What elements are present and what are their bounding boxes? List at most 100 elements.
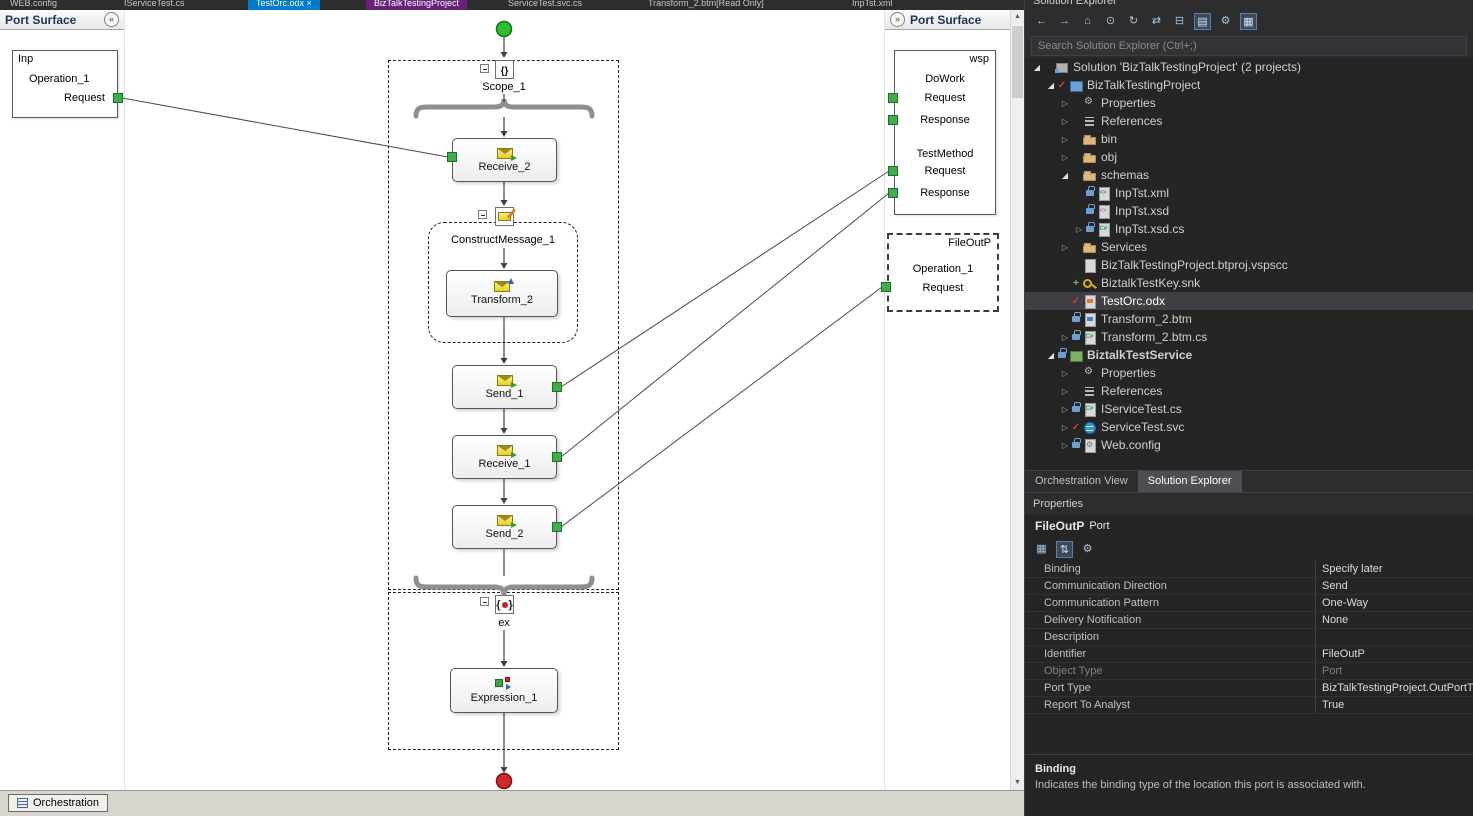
solution-explorer-search[interactable]: Search Solution Explorer (Ctrl+;) xyxy=(1025,34,1473,58)
scope-collapse-toggle[interactable] xyxy=(480,64,489,73)
operation-label[interactable]: Operation_1 xyxy=(889,263,997,275)
editor-tab-servicetest-svc-cs[interactable]: ServiceTest.svc.cs xyxy=(500,0,591,10)
construct-collapse-toggle[interactable] xyxy=(478,210,487,219)
port-fileoutp[interactable]: FileOutP Operation_1 Request xyxy=(887,233,999,312)
transform-2-shape[interactable]: Transform_2 xyxy=(446,270,558,317)
expression-1-shape[interactable]: Expression_1 xyxy=(450,668,558,713)
property-row-report-to-analyst[interactable]: Report To Analyst True xyxy=(1025,697,1473,714)
exception-handler-icon[interactable] xyxy=(495,595,514,614)
property-row-binding[interactable]: Binding Specify later xyxy=(1025,561,1473,578)
tree-item-references[interactable]: ▷ References xyxy=(1025,112,1473,130)
collapsed-arrow-icon[interactable]: ▷ xyxy=(1059,153,1071,162)
message-request[interactable]: Request xyxy=(64,92,105,104)
operation-dowork[interactable]: DoWork xyxy=(895,73,995,85)
property-value[interactable]: True xyxy=(1316,697,1473,713)
refresh-icon[interactable]: ↻ xyxy=(1125,13,1142,30)
tree-item-services[interactable]: ▷ Services xyxy=(1025,238,1473,256)
editor-tab-inptst-xml[interactable]: InpTst.xml xyxy=(844,0,901,10)
categorized-icon[interactable]: ▦ xyxy=(1033,541,1050,558)
port-wsp[interactable]: wsp DoWork Request Response TestMethod R… xyxy=(894,50,996,215)
tree-item-iservicetest-cs[interactable]: ▷ IServiceTest.cs xyxy=(1025,400,1473,418)
alphabetical-icon[interactable]: ⇅ xyxy=(1056,540,1073,558)
scope-to-this-icon[interactable]: ⊙ xyxy=(1102,13,1119,30)
collapsed-arrow-icon[interactable]: ▷ xyxy=(1059,369,1071,378)
property-pages-icon[interactable]: ⚙ xyxy=(1079,541,1096,558)
tree-item-transform-2-btm-cs[interactable]: ▷ Transform_2.btm.cs xyxy=(1025,328,1473,346)
operation-testmethod[interactable]: TestMethod xyxy=(895,148,995,160)
home-icon[interactable]: ⌂ xyxy=(1079,13,1096,30)
tree-item-biztalktestservice[interactable]: ◢ BiztalkTestService xyxy=(1025,346,1473,364)
property-row-description[interactable]: Description xyxy=(1025,629,1473,646)
editor-tab-iservicetest-cs[interactable]: IServiceTest.cs xyxy=(116,0,193,10)
property-value[interactable]: Specify later xyxy=(1316,561,1473,577)
property-row-communication-pattern[interactable]: Communication Pattern One-Way xyxy=(1025,595,1473,612)
property-value[interactable]: None xyxy=(1316,612,1473,628)
tree-item-bin[interactable]: ▷ bin xyxy=(1025,130,1473,148)
collapsed-arrow-icon[interactable]: ▷ xyxy=(1059,99,1071,108)
exception-collapse-toggle[interactable] xyxy=(480,597,489,606)
properties-object-selector[interactable]: FileOutP Port xyxy=(1025,515,1473,537)
show-all-files-icon[interactable]: ▤ xyxy=(1194,12,1211,30)
collapsed-arrow-icon[interactable]: ▷ xyxy=(1059,135,1071,144)
tree-item-web-config[interactable]: ▷ Web.config xyxy=(1025,436,1473,454)
receive-2-shape[interactable]: Receive_2 xyxy=(452,138,557,182)
tree-item-schemas[interactable]: ◢ schemas xyxy=(1025,166,1473,184)
tree-item-inptst-xsd[interactable]: InpTst.xsd xyxy=(1025,202,1473,220)
tree-item-biztalktestingproject[interactable]: ◢ ✓ BizTalkTestingProject xyxy=(1025,76,1473,94)
tree-item-transform-2-btm[interactable]: Transform_2.btm xyxy=(1025,310,1473,328)
collapsed-arrow-icon[interactable]: ▷ xyxy=(1059,333,1071,342)
collapsed-arrow-icon[interactable]: ▷ xyxy=(1059,423,1071,432)
tree-item-biztalktestingproject-btproj-vspscc[interactable]: BizTalkTestingProject.btproj.vspscc xyxy=(1025,256,1473,274)
property-value[interactable] xyxy=(1316,629,1473,645)
editor-tab-web-config[interactable]: WEB.config xyxy=(2,0,66,10)
property-value[interactable]: Send xyxy=(1316,578,1473,594)
construct-message-icon[interactable] xyxy=(495,207,517,226)
collapse-port-surface-button[interactable]: « xyxy=(104,12,119,27)
send-2-shape[interactable]: Send_2 xyxy=(452,505,557,549)
receive-1-shape[interactable]: Receive_1 xyxy=(452,435,557,479)
editor-tab-testorc-odx[interactable]: TestOrc.odx × xyxy=(248,0,320,10)
expanded-arrow-icon[interactable]: ◢ xyxy=(1059,171,1071,180)
expanded-arrow-icon[interactable]: ◢ xyxy=(1031,63,1043,72)
scope-icon[interactable] xyxy=(495,60,514,79)
editor-tab-transform-2-btm-read-only[interactable]: Transform_2.btm[Read Only] xyxy=(640,0,772,10)
toolwindow-tab-orchestration-view[interactable]: Orchestration View xyxy=(1025,471,1138,492)
property-value[interactable]: Port xyxy=(1316,663,1473,679)
testmethod-response[interactable]: Response xyxy=(895,187,995,199)
property-value[interactable]: FileOutP xyxy=(1316,646,1473,662)
tree-item-testorc-odx[interactable]: ✓ TestOrc.odx xyxy=(1025,292,1473,310)
editor-tab-biztalktestingproject[interactable]: BizTalkTestingProject xyxy=(366,0,468,10)
property-value[interactable]: BizTalkTestingProject.OutPortTy xyxy=(1316,680,1473,696)
testmethod-request[interactable]: Request xyxy=(895,165,995,177)
tree-item-properties[interactable]: ▷ Properties xyxy=(1025,94,1473,112)
collapsed-arrow-icon[interactable]: ▷ xyxy=(1059,243,1071,252)
toolwindow-tab-solution-explorer[interactable]: Solution Explorer xyxy=(1137,471,1242,492)
collapsed-arrow-icon[interactable]: ▷ xyxy=(1059,405,1071,414)
sync-with-active-icon[interactable]: ⇄ xyxy=(1148,13,1165,30)
operation-label[interactable]: Operation_1 xyxy=(29,73,90,85)
tree-item-biztalktestkey-snk[interactable]: + BiztalkTestKey.snk xyxy=(1025,274,1473,292)
property-row-object-type[interactable]: Object Type Port xyxy=(1025,663,1473,680)
tree-item-inptst-xsd-cs[interactable]: ▷ InpTst.xsd.cs xyxy=(1025,220,1473,238)
properties-icon[interactable]: ⚙ xyxy=(1217,13,1234,30)
back-icon[interactable]: ← xyxy=(1033,13,1050,30)
property-value[interactable]: One-Way xyxy=(1316,595,1473,611)
designer-vertical-scrollbar[interactable]: ▲ ▼ xyxy=(1010,10,1024,790)
scroll-down-button[interactable]: ▼ xyxy=(1011,776,1024,790)
message-request[interactable]: Request xyxy=(889,282,997,294)
port-inp[interactable]: Inp Operation_1 Request xyxy=(12,50,118,118)
property-row-port-type[interactable]: Port Type BizTalkTestingProject.OutPortTy xyxy=(1025,680,1473,697)
tree-item-properties[interactable]: ▷ Properties xyxy=(1025,364,1473,382)
tree-item-solution-biztalktestingproject-2-projects[interactable]: ◢ Solution 'BizTalkTestingProject' (2 pro… xyxy=(1025,58,1473,76)
tree-item-inptst-xml[interactable]: InpTst.xml xyxy=(1025,184,1473,202)
expanded-arrow-icon[interactable]: ◢ xyxy=(1045,81,1057,90)
property-row-identifier[interactable]: Identifier FileOutP xyxy=(1025,646,1473,663)
orchestration-tab[interactable]: Orchestration xyxy=(8,794,109,812)
forward-icon[interactable]: → xyxy=(1056,13,1073,30)
scrollbar-thumb[interactable] xyxy=(1012,26,1023,98)
tree-item-obj[interactable]: ▷ obj xyxy=(1025,148,1473,166)
send-1-shape[interactable]: Send_1 xyxy=(452,365,557,409)
search-input[interactable]: Search Solution Explorer (Ctrl+;) xyxy=(1031,36,1467,56)
property-row-delivery-notification[interactable]: Delivery Notification None xyxy=(1025,612,1473,629)
tree-item-servicetest-svc[interactable]: ▷ ✓ ServiceTest.svc xyxy=(1025,418,1473,436)
